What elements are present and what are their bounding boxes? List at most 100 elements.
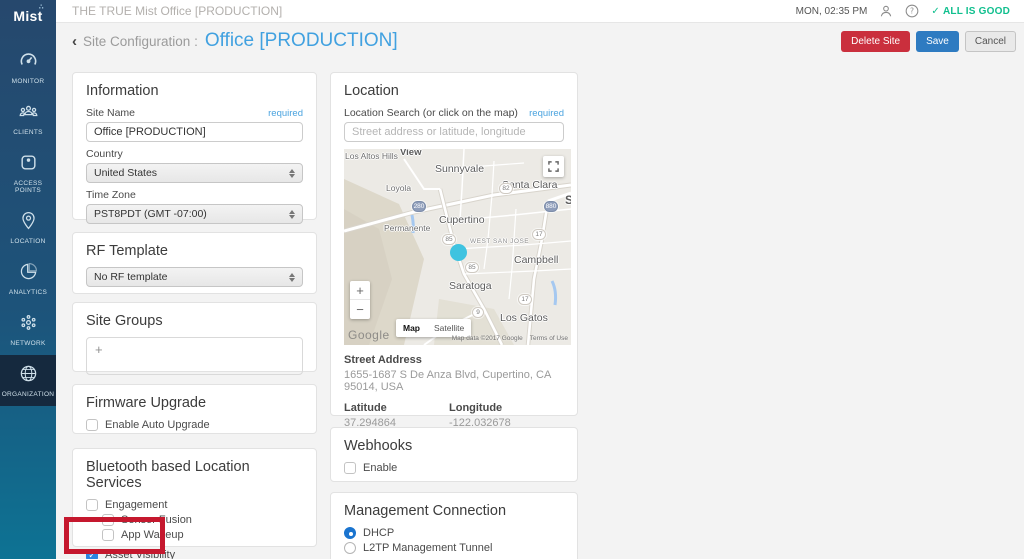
location-title: Location [344, 83, 564, 99]
enable-auto-upgrade-checkbox[interactable] [86, 419, 98, 431]
enable-auto-upgrade-label: Enable Auto Upgrade [105, 419, 210, 431]
map-label-los-gatos: Los Gatos [500, 312, 548, 324]
sidebar-item-access-points[interactable]: ACCESS POINTS [0, 144, 56, 202]
sidebar-item-organization[interactable]: ORGANIZATION [0, 355, 56, 406]
sidebar-item-label: LOCATION [10, 238, 45, 245]
map-label-los-altos-hills: Los Altos Hills [345, 151, 398, 161]
zoom-in-button[interactable]: + [350, 281, 370, 300]
sidebar-item-location[interactable]: LOCATION [0, 202, 56, 253]
dhcp-label: DHCP [363, 527, 394, 539]
webhooks-title: Webhooks [344, 438, 564, 454]
street-address-value: 1655-1687 S De Anza Blvd, Cupertino, CA … [344, 369, 564, 393]
information-title: Information [86, 83, 303, 99]
country-value: United States [94, 167, 157, 179]
page-title: Office [PRODUCTION] [205, 30, 398, 52]
route-85-shield-south: 85 [465, 262, 479, 273]
mist-logo[interactable]: ∴ Mist [13, 8, 42, 42]
app-wakeup-checkbox[interactable] [102, 529, 114, 541]
map-label-san-jose: S [565, 193, 571, 207]
sidebar-item-label: ORGANIZATION [2, 391, 55, 398]
route-17-shield-south: 17 [518, 294, 532, 305]
required-label: required [529, 108, 564, 119]
l2tp-label: L2TP Management Tunnel [363, 542, 492, 554]
sidebar-item-network[interactable]: NETWORK [0, 304, 56, 355]
status-badge[interactable]: ✓ ALL IS GOOD [931, 6, 1010, 17]
sidebar-item-analytics[interactable]: ANALYTICS [0, 253, 56, 304]
site-location-marker[interactable] [450, 244, 467, 261]
dhcp-radio[interactable] [344, 527, 356, 539]
gauge-icon [19, 51, 38, 75]
rf-template-card: RF Template No RF template [72, 232, 317, 294]
sensor-fusion-checkbox[interactable] [102, 514, 114, 526]
location-search-input[interactable] [344, 122, 564, 142]
map-label-permanente: Permanente [384, 223, 430, 233]
map-label-sunnyvale: Sunnyvale [435, 163, 484, 175]
delete-site-button[interactable]: Delete Site [841, 31, 910, 52]
latitude-label: Latitude [344, 402, 449, 414]
check-icon: ✓ [88, 550, 96, 559]
people-icon [19, 102, 38, 126]
breadcrumb[interactable]: Site Configuration : [83, 34, 198, 49]
site-groups-title: Site Groups [86, 313, 303, 329]
map-canvas[interactable]: Los Altos Hills View Sunnyvale Loyola Sa… [344, 149, 571, 345]
top-bar: THE TRUE Mist Office [PRODUCTION] MON, 0… [56, 0, 1024, 23]
fullscreen-icon[interactable] [543, 156, 564, 177]
globe-icon [19, 364, 38, 388]
sidebar: ∴ Mist MONITOR CLIENTS ACCESS POINTS LOC… [0, 0, 56, 559]
engagement-checkbox[interactable] [86, 499, 98, 511]
rf-template-value: No RF template [94, 271, 168, 283]
org-title: THE TRUE Mist Office [PRODUCTION] [72, 4, 282, 18]
map-zoom-control[interactable]: + − [350, 281, 370, 319]
zoom-out-button[interactable]: − [350, 300, 370, 319]
sensor-fusion-label: Sensor Fusion [121, 514, 192, 526]
access-point-icon [19, 153, 38, 177]
select-stepper-icon [289, 210, 295, 219]
webhooks-enable-checkbox[interactable] [344, 462, 356, 474]
save-button[interactable]: Save [916, 31, 959, 52]
rf-template-select[interactable]: No RF template [86, 267, 303, 287]
clock: MON, 02:35 PM [796, 6, 868, 17]
map-label-loyola: Loyola [386, 183, 411, 193]
management-connection-card: Management Connection DHCP L2TP Manageme… [330, 492, 578, 559]
street-address-label: Street Address [344, 354, 564, 366]
status-text: ALL IS GOOD [943, 6, 1010, 17]
required-label: required [268, 108, 303, 119]
help-icon[interactable]: ? [905, 4, 919, 18]
route-82-shield: 82 [499, 183, 513, 194]
back-chevron-icon[interactable]: ‹ [72, 33, 77, 50]
network-dots-icon [19, 313, 38, 337]
timezone-select[interactable]: PST8PDT (GMT -07:00) [86, 204, 303, 224]
firmware-upgrade-card: Firmware Upgrade Enable Auto Upgrade [72, 384, 317, 434]
sidebar-item-label: MONITOR [12, 78, 45, 85]
asset-visibility-label: Asset Visibility [105, 549, 175, 559]
webhooks-card: Webhooks Enable [330, 427, 578, 482]
country-label: Country [86, 148, 123, 160]
map-label-mountain-view: View [400, 149, 421, 158]
app-wakeup-label: App Wakeup [121, 529, 184, 541]
map-label-campbell: Campbell [514, 254, 558, 266]
page-header: ‹ Site Configuration : Office [PRODUCTIO… [56, 23, 1024, 59]
user-account-icon[interactable] [879, 4, 893, 18]
sidebar-item-monitor[interactable]: MONITOR [0, 42, 56, 93]
map-view-button[interactable]: Map [396, 319, 427, 337]
check-icon: ✓ [931, 6, 940, 17]
plus-icon[interactable]: + [95, 342, 103, 357]
terms-of-use-link[interactable]: Terms of Use [530, 335, 568, 342]
location-search-label: Location Search (or click on the map) [344, 107, 518, 119]
route-17-shield-north: 17 [532, 229, 546, 240]
svg-text:?: ? [910, 7, 914, 16]
site-groups-input[interactable]: + [86, 337, 303, 375]
asset-visibility-checkbox[interactable]: ✓ [86, 549, 98, 559]
i-280-shield: 280 [412, 201, 426, 212]
cancel-button[interactable]: Cancel [965, 31, 1016, 52]
pie-chart-icon [19, 262, 38, 286]
information-card: Information Site Name required Country U… [72, 72, 317, 220]
site-name-input[interactable] [86, 122, 303, 142]
map-label-west-san-jose: WEST SAN JOSE [470, 238, 529, 245]
longitude-label: Longitude [449, 402, 511, 414]
sidebar-item-clients[interactable]: CLIENTS [0, 93, 56, 144]
country-select[interactable]: United States [86, 163, 303, 183]
route-85-shield-north: 85 [442, 234, 456, 245]
sidebar-item-label: NETWORK [10, 340, 45, 347]
l2tp-radio[interactable] [344, 542, 356, 554]
